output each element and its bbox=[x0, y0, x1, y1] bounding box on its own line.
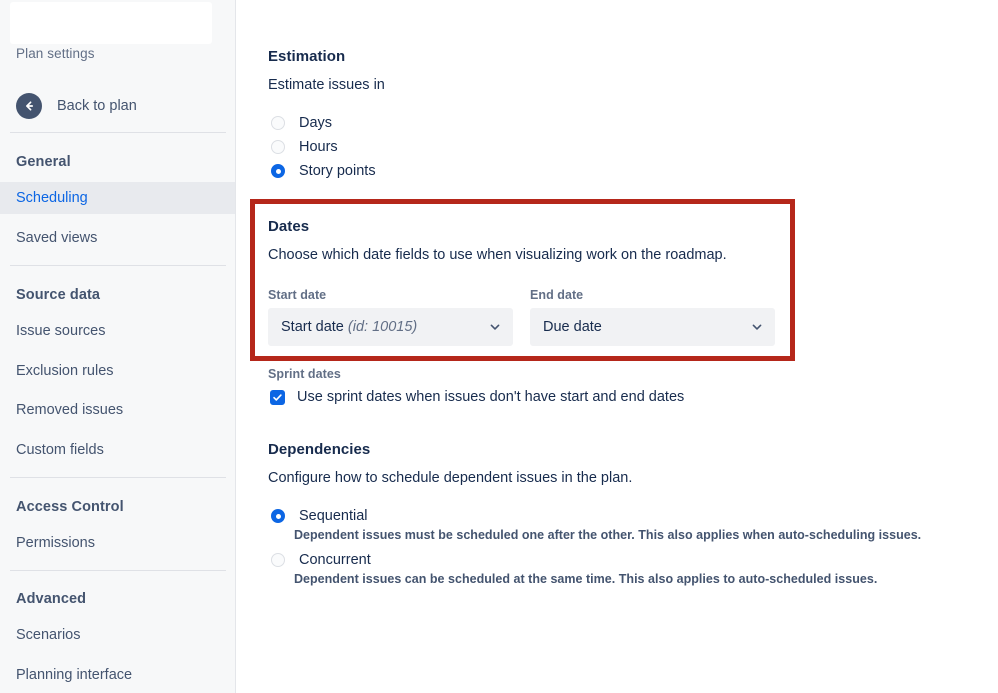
start-date-selected-value: Start date (id: 10015) bbox=[281, 319, 418, 335]
settings-main-content: Estimation Estimate issues in Days Hours… bbox=[236, 0, 998, 693]
radio-circle-selected-icon bbox=[271, 164, 285, 178]
sidebar-item-permissions[interactable]: Permissions bbox=[0, 527, 235, 559]
radio-label: Story points bbox=[299, 163, 376, 179]
end-date-select[interactable]: Due date bbox=[530, 308, 775, 346]
check-icon bbox=[270, 389, 285, 405]
sidebar-section-advanced: Advanced bbox=[16, 591, 87, 607]
radio-label: Days bbox=[299, 115, 333, 131]
sidebar-item-scheduling[interactable]: Scheduling bbox=[0, 182, 235, 214]
start-date-field-label: Start date bbox=[268, 288, 327, 302]
dates-heading: Dates bbox=[268, 218, 310, 235]
sidebar-item-removed-issues[interactable]: Removed issues bbox=[0, 394, 235, 426]
sidebar-divider-1 bbox=[10, 132, 226, 133]
arrow-left-circle-icon bbox=[16, 93, 42, 119]
sidebar-item-planning-interface[interactable]: Planning interface bbox=[0, 659, 235, 691]
radio-concurrent-description: Dependent issues can be scheduled at the… bbox=[294, 572, 878, 586]
radio-estimate-hours[interactable]: Hours bbox=[271, 138, 338, 156]
sidebar-divider-3 bbox=[10, 477, 226, 478]
back-to-plan-button[interactable]: Back to plan bbox=[0, 90, 235, 122]
sprint-dates-label: Sprint dates bbox=[268, 367, 341, 381]
sidebar-divider-2 bbox=[10, 265, 226, 266]
sidebar-item-label: Issue sources bbox=[16, 323, 106, 339]
sidebar-header-placeholder bbox=[10, 2, 212, 44]
sidebar-item-label: Custom fields bbox=[16, 442, 104, 458]
estimation-heading: Estimation bbox=[268, 48, 346, 65]
sidebar-item-label: Removed issues bbox=[16, 402, 124, 418]
sidebar-item-scenarios[interactable]: Scenarios bbox=[0, 619, 235, 651]
sidebar-section-source-data: Source data bbox=[16, 287, 101, 303]
sidebar-item-label: Permissions bbox=[16, 535, 95, 551]
dependencies-description: Configure how to schedule dependent issu… bbox=[268, 470, 633, 486]
start-date-field-id: (id: 10015) bbox=[347, 319, 418, 335]
sidebar-item-label: Saved views bbox=[16, 230, 98, 246]
radio-label: Hours bbox=[299, 139, 338, 155]
radio-label: Sequential bbox=[299, 508, 368, 524]
radio-circle-selected-icon bbox=[271, 509, 285, 523]
sidebar-section-access-control: Access Control bbox=[16, 499, 124, 515]
radio-circle-icon bbox=[271, 553, 285, 567]
app-root: Plan settings Back to plan General Sched… bbox=[0, 0, 998, 693]
radio-circle-icon bbox=[271, 116, 285, 130]
sidebar-item-saved-views[interactable]: Saved views bbox=[0, 222, 235, 254]
sidebar-section-general: General bbox=[16, 154, 71, 170]
sidebar-item-label: Scheduling bbox=[16, 190, 88, 206]
sidebar-item-label: Exclusion rules bbox=[16, 363, 114, 379]
radio-sequential-description: Dependent issues must be scheduled one a… bbox=[294, 528, 922, 542]
radio-dependency-sequential[interactable]: Sequential bbox=[271, 507, 368, 525]
chevron-down-icon bbox=[750, 320, 764, 334]
sprint-dates-checkbox-label: Use sprint dates when issues don't have … bbox=[297, 389, 685, 405]
dates-description: Choose which date fields to use when vis… bbox=[268, 247, 727, 263]
sidebar-item-issue-sources[interactable]: Issue sources bbox=[0, 315, 235, 347]
sidebar-item-label: Planning interface bbox=[16, 667, 133, 683]
back-to-plan-label: Back to plan bbox=[57, 98, 137, 114]
chevron-down-icon bbox=[488, 320, 502, 334]
radio-dependency-concurrent[interactable]: Concurrent bbox=[271, 551, 371, 569]
plan-settings-label: Plan settings bbox=[16, 46, 95, 61]
sprint-dates-checkbox-row[interactable]: Use sprint dates when issues don't have … bbox=[270, 388, 684, 406]
sidebar-divider-4 bbox=[10, 570, 226, 571]
start-date-select[interactable]: Start date (id: 10015) bbox=[268, 308, 513, 346]
end-date-selected-value: Due date bbox=[543, 319, 602, 335]
radio-circle-icon bbox=[271, 140, 285, 154]
dependencies-heading: Dependencies bbox=[268, 441, 371, 458]
sidebar-item-custom-fields[interactable]: Custom fields bbox=[0, 434, 235, 466]
radio-label: Concurrent bbox=[299, 552, 371, 568]
radio-estimate-story-points[interactable]: Story points bbox=[271, 162, 376, 180]
estimation-description: Estimate issues in bbox=[268, 77, 385, 93]
radio-estimate-days[interactable]: Days bbox=[271, 114, 332, 132]
sidebar-item-label: Scenarios bbox=[16, 627, 81, 643]
sidebar-item-exclusion-rules[interactable]: Exclusion rules bbox=[0, 355, 235, 387]
settings-sidebar: Plan settings Back to plan General Sched… bbox=[0, 0, 236, 693]
end-date-field-label: End date bbox=[530, 288, 584, 302]
